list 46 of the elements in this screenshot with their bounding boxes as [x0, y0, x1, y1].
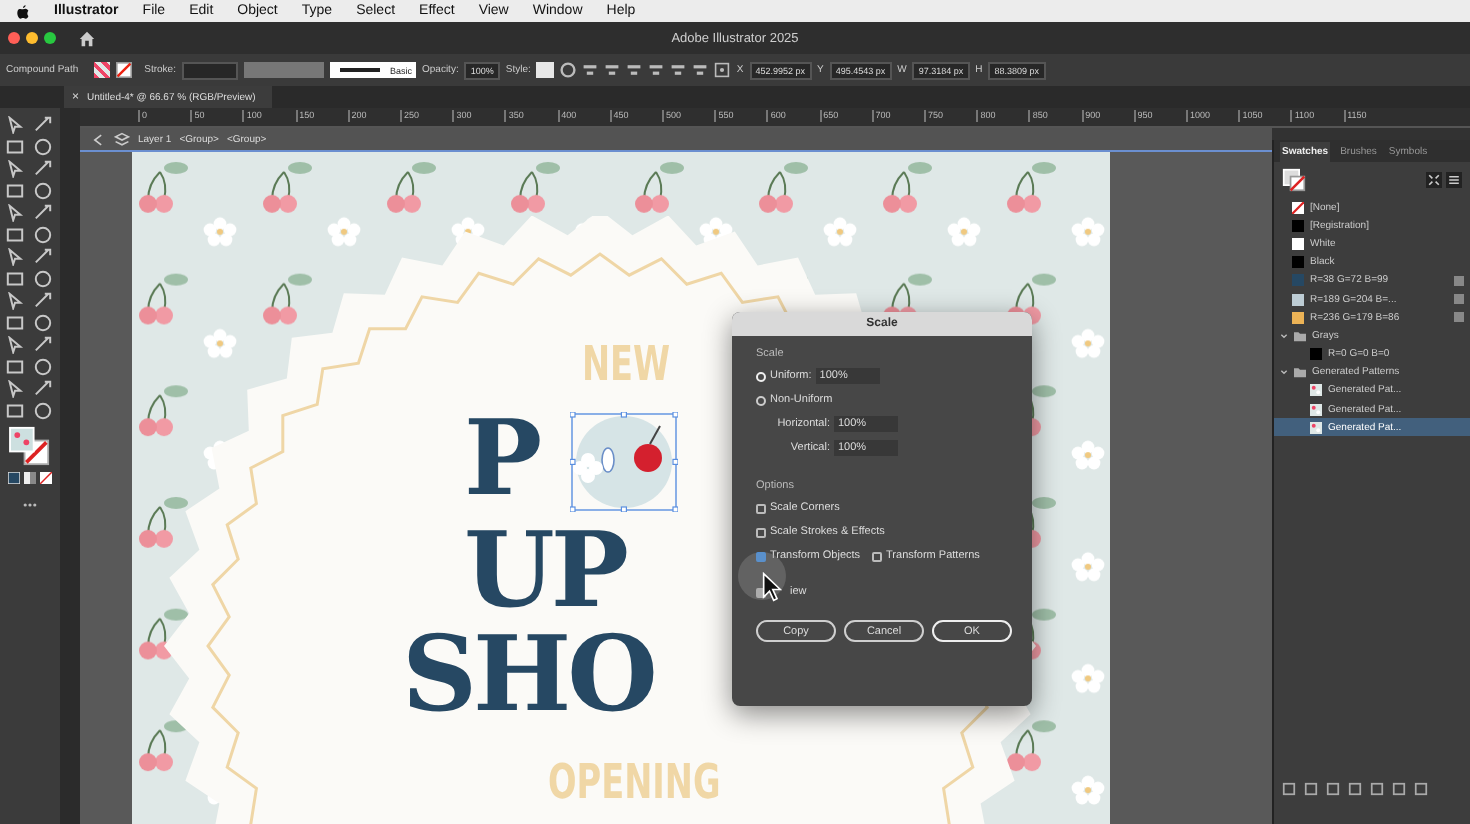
folder-icon: [1294, 366, 1306, 379]
style-swatch[interactable]: [536, 62, 555, 78]
none-swatch-icon: [1292, 201, 1304, 214]
pattern-swatch-icon: [1310, 421, 1322, 434]
variable-width-field[interactable]: [243, 62, 324, 78]
align-icon[interactable]: [692, 62, 709, 78]
fill-stroke-swatches-icon[interactable]: [1282, 168, 1306, 192]
poster-tagline: OPENING: [548, 754, 721, 810]
radio-button[interactable]: [756, 395, 766, 405]
align-icon[interactable]: [626, 62, 643, 78]
home-icon[interactable]: [78, 29, 96, 47]
poster-headline: UP: [464, 520, 625, 624]
checkbox[interactable]: [756, 551, 766, 561]
thumbnail-view-icon[interactable]: [1426, 172, 1442, 188]
fill-stroke-swatches-icon[interactable]: [8, 426, 52, 466]
checkbox[interactable]: [872, 551, 883, 561]
pattern-swatch-icon: [1310, 403, 1322, 416]
stroke-weight-field[interactable]: [181, 61, 238, 79]
poster-tagline: NEW: [582, 336, 671, 392]
poster-headline: P: [464, 408, 539, 512]
checkbox[interactable]: [756, 527, 766, 537]
folder-icon: [1294, 329, 1306, 342]
reference-point-icon[interactable]: [714, 62, 731, 78]
close-window-icon[interactable]: [8, 32, 20, 44]
align-icon[interactable]: [604, 62, 621, 78]
mouse-pointer-icon: [762, 572, 782, 602]
selection-arrow-icon[interactable]: [6, 116, 24, 134]
pattern-swatch-icon: [1310, 384, 1322, 397]
recolor-wheel-icon[interactable]: [560, 62, 577, 78]
gradient-mode-icon[interactable]: [24, 472, 36, 484]
stroke-none-swatch[interactable]: [116, 62, 133, 78]
apple-logo-icon[interactable]: [16, 3, 30, 19]
selected-letter-drawing[interactable]: [570, 412, 678, 512]
layers-icon: [114, 131, 130, 147]
fill-swatch[interactable]: [94, 62, 111, 78]
zoom-window-icon[interactable]: [44, 32, 56, 44]
align-icon[interactable]: [648, 62, 665, 78]
align-icon[interactable]: [670, 62, 687, 78]
color-mode-icon[interactable]: [8, 472, 20, 484]
list-view-icon[interactable]: [1446, 172, 1462, 188]
checkbox[interactable]: [756, 503, 766, 513]
minimize-window-icon[interactable]: [26, 32, 38, 44]
more-tools-icon[interactable]: [22, 502, 38, 508]
poster-headline: SHO: [402, 624, 654, 728]
align-icon[interactable]: [582, 62, 599, 78]
none-mode-icon[interactable]: [40, 472, 52, 484]
